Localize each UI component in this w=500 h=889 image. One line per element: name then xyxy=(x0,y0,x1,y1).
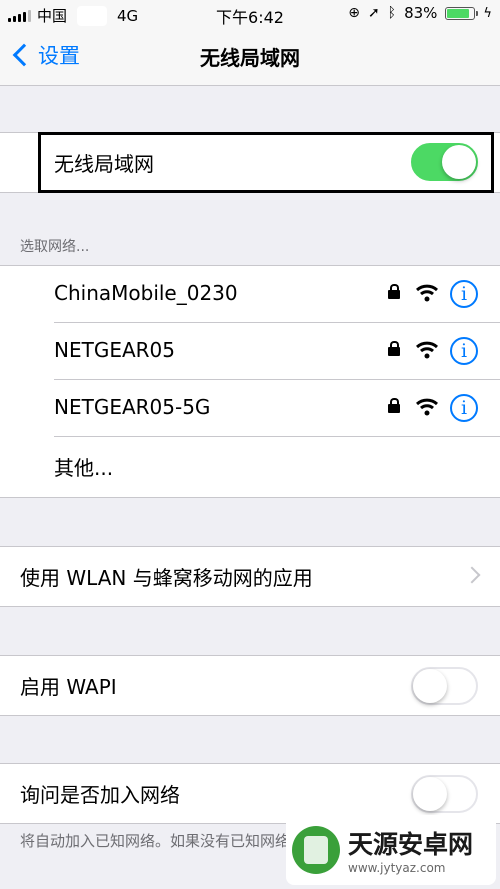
wlan-apps-row[interactable]: 使用 WLAN 与蜂窝移动网的应用 xyxy=(0,547,500,606)
lock-icon xyxy=(388,341,400,356)
navigation-bar: 设置 无线局域网 xyxy=(0,28,500,86)
network-row[interactable]: ChinaMobile_0230 i xyxy=(0,266,500,323)
ask-join-label: 询问是否加入网络 xyxy=(20,783,180,807)
highlight-box xyxy=(38,132,494,193)
network-name: ChinaMobile_0230 xyxy=(54,281,238,305)
wlan-apps-group: 使用 WLAN 与蜂窝移动网的应用 xyxy=(0,546,500,607)
toggle-knob xyxy=(413,777,447,811)
orientation-lock-icon: ⊕ xyxy=(348,5,360,21)
network-row[interactable]: NETGEAR05-5G i xyxy=(0,380,500,437)
section-header: 选取网络... xyxy=(20,239,90,255)
ask-join-toggle-switch[interactable] xyxy=(411,775,478,813)
watermark: 天源安卓网 www.jytyaz.com xyxy=(286,815,496,885)
watermark-url: www.jytyaz.com xyxy=(348,861,446,875)
lock-icon xyxy=(388,284,400,299)
toggle-knob xyxy=(413,669,447,703)
wapi-row: 启用 WAPI xyxy=(0,656,500,715)
status-right: ⊕ ➚ ᛒ 83% ϟ xyxy=(348,4,492,22)
wifi-signal-icon xyxy=(416,398,438,416)
network-name: NETGEAR05-5G xyxy=(54,395,211,419)
location-icon: ➚ xyxy=(367,5,380,21)
info-icon[interactable]: i xyxy=(450,280,478,308)
network-name: NETGEAR05 xyxy=(54,338,175,362)
wifi-signal-icon xyxy=(416,341,438,359)
battery-percent: 83% xyxy=(404,4,438,22)
watermark-logo-icon xyxy=(292,826,340,874)
status-bar: 中国 4G 下午6:42 ⊕ ➚ ᛒ 83% ϟ xyxy=(0,0,500,28)
charging-icon: ϟ xyxy=(483,5,492,21)
info-icon[interactable]: i xyxy=(450,394,478,422)
watermark-title: 天源安卓网 xyxy=(348,830,474,859)
wifi-signal-icon xyxy=(416,284,438,302)
other-network-label: 其他... xyxy=(54,456,114,480)
wapi-label: 启用 WAPI xyxy=(20,675,117,699)
lock-icon xyxy=(388,398,400,413)
bluetooth-icon: ᛒ xyxy=(387,5,397,21)
wlan-apps-label: 使用 WLAN 与蜂窝移动网的应用 xyxy=(20,566,313,590)
page-title: 无线局域网 xyxy=(200,46,300,70)
chevron-right-icon xyxy=(463,566,481,584)
network-row[interactable]: NETGEAR05 i xyxy=(0,323,500,380)
info-icon[interactable]: i xyxy=(450,337,478,365)
network-list: ChinaMobile_0230 i NETGEAR05 i NETGEAR05… xyxy=(0,265,500,498)
other-network-row[interactable]: 其他... xyxy=(0,437,500,497)
wapi-toggle-switch[interactable] xyxy=(411,667,478,705)
wapi-group: 启用 WAPI xyxy=(0,655,500,716)
battery-icon xyxy=(445,6,479,20)
